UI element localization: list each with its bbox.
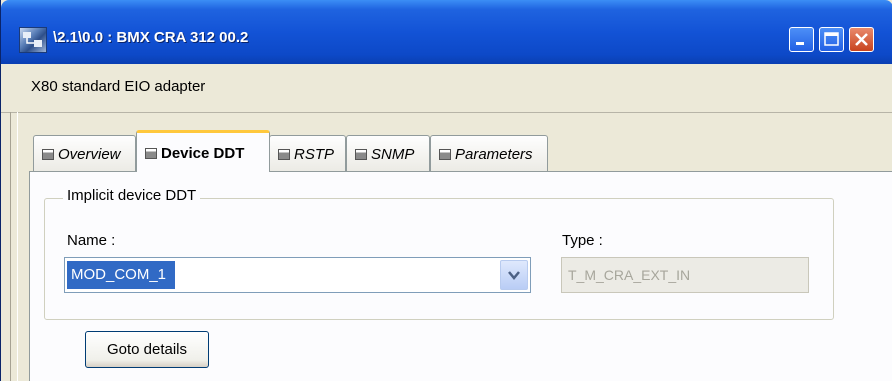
tab-label: Parameters (455, 146, 533, 163)
maximize-icon (824, 32, 839, 46)
tab-label: SNMP (371, 146, 415, 163)
device-description: X80 standard EIO adapter (31, 78, 206, 95)
title-bar[interactable]: \2.1\0.0 : BMX CRA 312 00.2 (1, 0, 892, 64)
tab-device-ddt[interactable]: Device DDT (136, 130, 270, 172)
left-splitter[interactable] (10, 112, 18, 381)
type-label: Type : (562, 232, 603, 249)
app-icon (19, 27, 47, 53)
tab-overview[interactable]: Overview (33, 135, 136, 171)
tab-label: RSTP (294, 146, 335, 163)
tab-rstp[interactable]: RSTP (269, 135, 346, 171)
type-field: T_M_CRA_EXT_IN (561, 257, 809, 293)
header-divider (1, 112, 892, 113)
name-combobox[interactable]: MOD_COM_1 (64, 257, 531, 293)
tab-page-icon (439, 149, 451, 160)
tab-snmp[interactable]: SNMP (346, 135, 430, 171)
close-icon (855, 33, 868, 46)
tab-page-icon (145, 148, 157, 159)
name-label: Name : (67, 232, 116, 249)
window-title: \2.1\0.0 : BMX CRA 312 00.2 (53, 29, 249, 46)
tab-label: Overview (58, 146, 121, 163)
device-window: \2.1\0.0 : BMX CRA 312 00.2 X80 standard… (0, 0, 892, 381)
goto-details-button[interactable]: Goto details (85, 331, 209, 368)
tab-page-icon (42, 149, 54, 160)
minimize-button[interactable] (789, 27, 814, 52)
tab-page-icon (278, 149, 290, 160)
tab-page-icon (355, 149, 367, 160)
maximize-button[interactable] (819, 27, 844, 52)
dropdown-button[interactable] (500, 260, 528, 290)
minimize-icon (796, 42, 804, 45)
group-title: Implicit device DDT (63, 187, 201, 204)
close-button[interactable] (849, 27, 874, 52)
tab-label: Device DDT (161, 145, 245, 162)
chevron-down-icon (508, 271, 520, 280)
tab-parameters[interactable]: Parameters (430, 135, 548, 171)
name-value[interactable]: MOD_COM_1 (67, 261, 175, 289)
